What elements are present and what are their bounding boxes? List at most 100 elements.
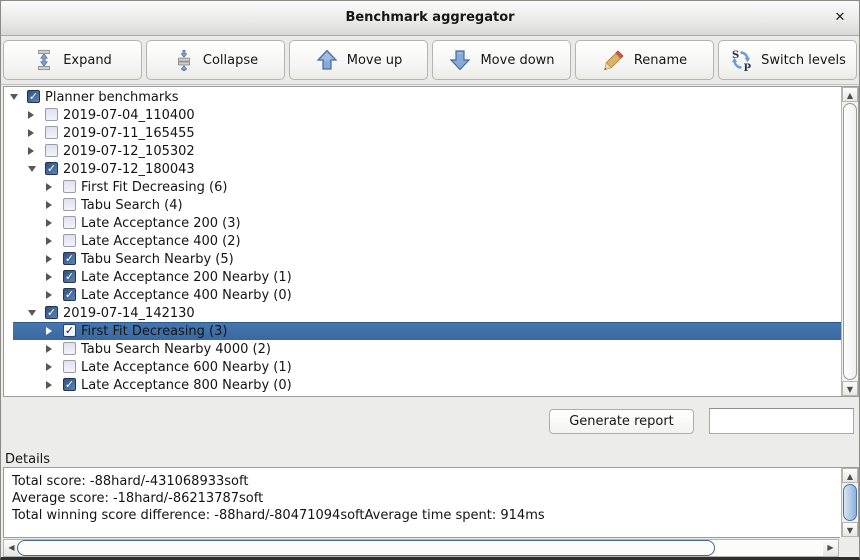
window-title: Benchmark aggregator	[1, 10, 859, 25]
checkbox[interactable]: ✓	[63, 252, 76, 265]
svg-text:P: P	[744, 63, 752, 72]
expand-arrow-icon[interactable]	[46, 237, 52, 245]
scroll-down-icon[interactable]: ▼	[842, 381, 858, 396]
checkbox[interactable]	[45, 144, 58, 157]
tree-row-label[interactable]: Late Acceptance 800 Nearby (0)	[81, 378, 292, 393]
tree-row-label[interactable]: 2019-07-14_142130	[63, 306, 195, 321]
tree-row[interactable]: ✓ Late Acceptance 800 Nearby (0)	[4, 376, 841, 394]
tree-row[interactable]: Tabu Search Nearby 4000 (2)	[4, 340, 841, 358]
tree-row[interactable]: Tabu Search (4)	[4, 196, 841, 214]
checkbox[interactable]	[45, 108, 58, 121]
checkbox[interactable]: ✓	[63, 270, 76, 283]
rename-button[interactable]: Rename	[575, 40, 714, 80]
expand-arrow-icon[interactable]	[46, 381, 52, 389]
tree-row-label[interactable]: 2019-07-12_180043	[63, 162, 195, 177]
tree-row[interactable]: 2019-07-12_105302	[4, 142, 841, 160]
move-up-button[interactable]: Move up	[289, 40, 428, 80]
tree-row[interactable]: Late Acceptance 200 (3)	[4, 214, 841, 232]
expand-arrow-icon[interactable]	[46, 291, 52, 299]
expand-arrow-icon[interactable]	[28, 111, 34, 119]
checkbox[interactable]: ✓	[63, 378, 76, 391]
checkbox[interactable]: ✓	[45, 306, 58, 319]
toolbar: Expand Collapse Move up Move down	[1, 37, 859, 85]
collapse-arrow-icon[interactable]	[10, 94, 18, 100]
tree-scrollbar-thumb[interactable]	[843, 103, 857, 380]
tree-row[interactable]: ✓ First Fit Decreasing (3)	[4, 322, 841, 340]
tree-row-label[interactable]: Late Acceptance 600 Nearby (1)	[81, 360, 292, 375]
tree-row-label[interactable]: Late Acceptance 400 (2)	[81, 234, 241, 249]
checkbox[interactable]	[63, 342, 76, 355]
details-text[interactable]: Total score: -88hard/-431068933softAvera…	[12, 473, 838, 524]
move-up-icon	[315, 48, 339, 72]
tree-row[interactable]: ✓ Planner benchmarks	[4, 88, 841, 106]
generate-report-button[interactable]: Generate report	[549, 409, 694, 434]
tree-row[interactable]: Late Acceptance 400 (2)	[4, 232, 841, 250]
checkbox[interactable]: ✓	[63, 288, 76, 301]
checkbox[interactable]	[63, 180, 76, 193]
scroll-up-icon[interactable]: ▲	[842, 468, 858, 483]
tree-row-label[interactable]: Tabu Search Nearby (5)	[81, 252, 234, 267]
checkbox[interactable]: ✓	[27, 90, 40, 103]
benchmark-tree-panel: ✓ Planner benchmarks 2019-07-04_110400 2019…	[3, 86, 859, 397]
tree-row[interactable]: 2019-07-04_110400	[4, 106, 841, 124]
tree-row-label[interactable]: First Fit Decreasing (6)	[81, 180, 227, 195]
tree-row[interactable]: First Fit Decreasing (6)	[4, 178, 841, 196]
tree-row-label[interactable]: Tabu Search (4)	[81, 198, 183, 213]
tree-row[interactable]: 2019-07-11_165455	[4, 124, 841, 142]
tree-row[interactable]: ✓ 2019-07-12_180043	[4, 160, 841, 178]
checkbox[interactable]: ✓	[45, 162, 58, 175]
expand-arrow-icon[interactable]	[28, 129, 34, 137]
details-vertical-scrollbar[interactable]: ▲ ▼	[841, 468, 858, 537]
scroll-right-icon[interactable]: ▶	[823, 540, 838, 556]
checkbox[interactable]	[63, 234, 76, 247]
checkbox[interactable]	[63, 198, 76, 211]
expand-arrow-icon[interactable]	[46, 255, 52, 263]
collapse-icon	[173, 49, 195, 71]
expand-arrow-icon[interactable]	[46, 273, 52, 281]
report-name-field[interactable]	[709, 408, 854, 434]
expand-arrow-icon[interactable]	[46, 345, 52, 353]
tree-row[interactable]: ✓ Late Acceptance 400 Nearby (0)	[4, 286, 841, 304]
expand-button[interactable]: Expand	[3, 40, 142, 80]
expand-arrow-icon[interactable]	[46, 219, 52, 227]
move-down-button-label: Move down	[480, 53, 554, 68]
expand-arrow-icon[interactable]	[46, 201, 52, 209]
expand-arrow-icon[interactable]	[46, 327, 52, 335]
collapse-arrow-icon[interactable]	[28, 310, 36, 316]
tree-row-label[interactable]: Late Acceptance 400 Nearby (0)	[81, 288, 292, 303]
expand-arrow-icon[interactable]	[28, 147, 34, 155]
tree-row-label[interactable]: Late Acceptance 200 Nearby (1)	[81, 270, 292, 285]
tree-row-label[interactable]: First Fit Decreasing (3)	[81, 324, 227, 339]
checkbox[interactable]	[63, 216, 76, 229]
tree-row-label[interactable]: Planner benchmarks	[45, 90, 179, 105]
tree-row-label[interactable]: Tabu Search Nearby 4000 (2)	[81, 342, 271, 357]
tree-row[interactable]: ✓ Tabu Search Nearby (5)	[4, 250, 841, 268]
expand-arrow-icon[interactable]	[46, 363, 52, 371]
switch-levels-icon: S P	[729, 48, 753, 72]
collapse-arrow-icon[interactable]	[28, 166, 36, 172]
collapse-button[interactable]: Collapse	[146, 40, 285, 80]
tree-row[interactable]: ✓ 2019-07-14_142130	[4, 304, 841, 322]
move-down-button[interactable]: Move down	[432, 40, 571, 80]
app-window: Benchmark aggregator ✕ Expand Collapse	[0, 0, 860, 560]
checkbox[interactable]	[63, 360, 76, 373]
tree-row[interactable]: Late Acceptance 600 Nearby (1)	[4, 358, 841, 376]
checkbox[interactable]	[45, 126, 58, 139]
details-scrollbar-thumb[interactable]	[843, 484, 857, 521]
scroll-down-icon[interactable]: ▼	[842, 522, 858, 537]
details-horizontal-scrollbar[interactable]: ◀ ▶	[3, 539, 839, 557]
tree-row-label[interactable]: 2019-07-11_165455	[63, 126, 195, 141]
tree-vertical-scrollbar[interactable]: ▲ ▼	[841, 87, 858, 396]
scroll-up-icon[interactable]: ▲	[842, 87, 858, 102]
close-icon[interactable]: ✕	[831, 9, 849, 27]
scrollbar-corner	[840, 537, 859, 557]
switch-levels-button-label: Switch levels	[761, 53, 846, 68]
expand-arrow-icon[interactable]	[46, 183, 52, 191]
horizontal-scrollbar-thumb[interactable]	[17, 540, 715, 556]
tree-row-label[interactable]: 2019-07-04_110400	[63, 108, 195, 123]
switch-levels-button[interactable]: S P Switch levels	[718, 40, 857, 80]
tree-row-label[interactable]: 2019-07-12_105302	[63, 144, 195, 159]
checkbox[interactable]: ✓	[63, 324, 76, 337]
tree-row[interactable]: ✓ Late Acceptance 200 Nearby (1)	[4, 268, 841, 286]
tree-row-label[interactable]: Late Acceptance 200 (3)	[81, 216, 241, 231]
